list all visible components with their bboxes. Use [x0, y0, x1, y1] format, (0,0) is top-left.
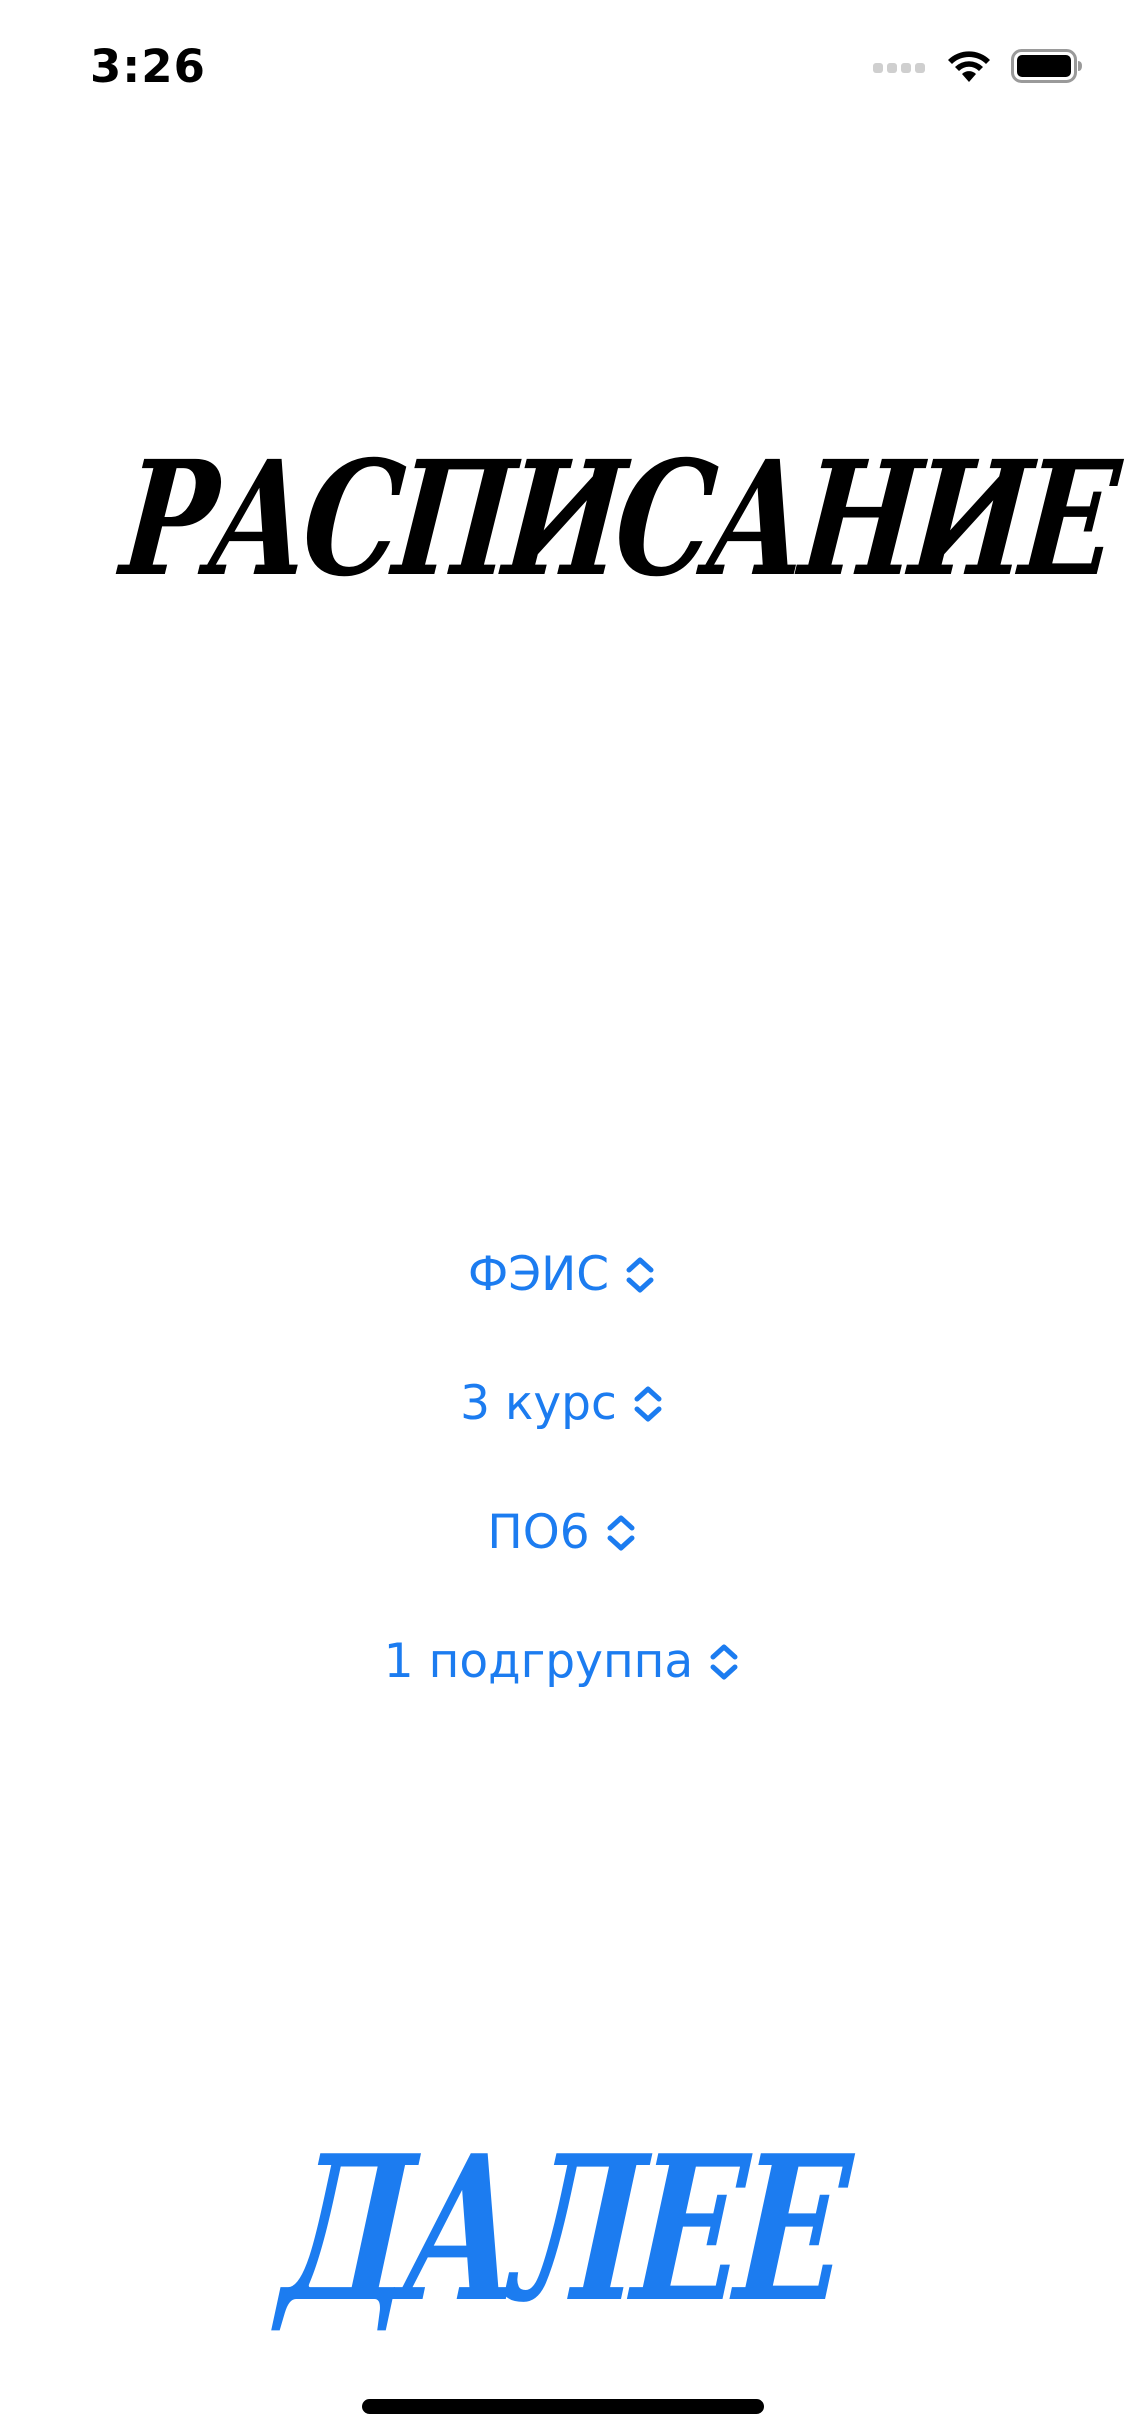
course-picker-label: 3 курс — [460, 1376, 617, 1431]
home-indicator[interactable] — [362, 2399, 764, 2414]
picker-list: ФЭИС 3 курс ПО6 1 подгруппа — [0, 1210, 1125, 1726]
chevron-up-down-icon — [607, 1515, 635, 1550]
next-button[interactable]: ДАЛЕЕ — [150, 2112, 975, 2347]
group-picker-label: ПО6 — [487, 1505, 590, 1560]
signal-icon — [873, 63, 925, 73]
battery-icon — [1011, 49, 1082, 83]
status-bar: 3:26 — [0, 0, 1125, 132]
chevron-up-down-icon — [626, 1257, 654, 1292]
group-picker[interactable]: ПО6 — [0, 1468, 1125, 1597]
chevron-up-down-icon — [634, 1386, 662, 1421]
chevron-up-down-icon — [710, 1644, 738, 1679]
app-title: РАСПИСАНИЕ — [114, 427, 1120, 612]
subgroup-picker[interactable]: 1 подгруппа — [0, 1597, 1125, 1726]
wifi-icon — [948, 51, 990, 82]
subgroup-picker-label: 1 подгруппа — [383, 1634, 694, 1689]
status-time: 3:26 — [90, 40, 206, 93]
faculty-picker-label: ФЭИС — [467, 1247, 610, 1302]
course-picker[interactable]: 3 курс — [0, 1339, 1125, 1468]
faculty-picker[interactable]: ФЭИС — [0, 1210, 1125, 1339]
status-icons — [873, 48, 1083, 84]
